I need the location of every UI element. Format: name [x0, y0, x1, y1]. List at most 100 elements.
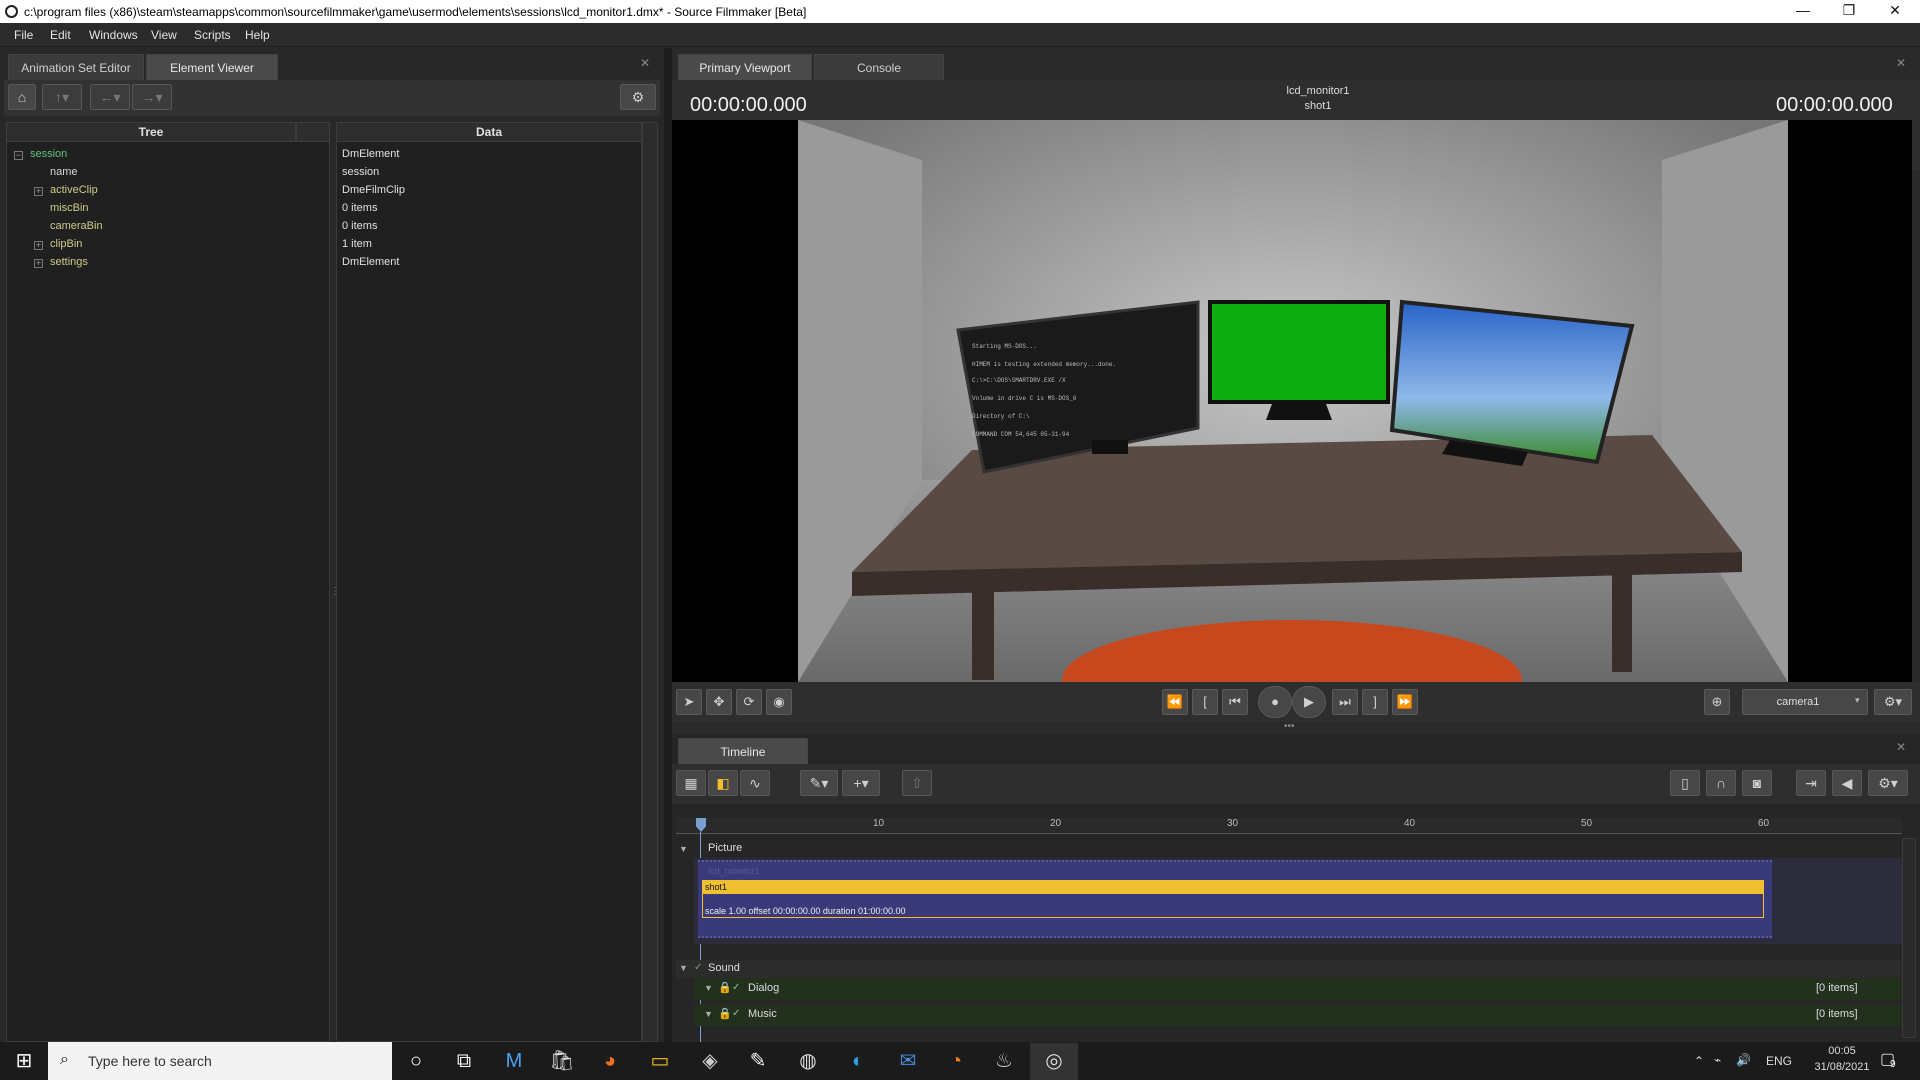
motion-editor-icon[interactable]: ◧: [708, 770, 738, 796]
tree-node-session[interactable]: session: [30, 148, 67, 160]
rotate-tool-icon[interactable]: ⟳: [736, 689, 762, 715]
close-button[interactable]: ✕: [1872, 0, 1918, 23]
graph-editor-icon[interactable]: ∿: [740, 770, 770, 796]
home-icon[interactable]: ⌂: [8, 84, 36, 110]
chevron-up-icon[interactable]: ⌃: [1694, 1054, 1704, 1068]
mute-audio-icon[interactable]: ◀: [1832, 770, 1862, 796]
menu-windows[interactable]: Windows: [89, 28, 138, 42]
time-ruler[interactable]: [676, 818, 1902, 834]
windows-start-icon[interactable]: ⊞: [0, 1043, 48, 1080]
collapse-icon[interactable]: ▼: [704, 983, 713, 993]
menu-help[interactable]: Help: [245, 28, 270, 42]
close-icon[interactable]: ✕: [640, 56, 650, 70]
render-view[interactable]: Starting MS-DOS... HIMEM is testing exte…: [672, 120, 1912, 682]
taskbar-search-box[interactable]: ⌕ Type here to search: [48, 1042, 392, 1080]
check-icon[interactable]: ✓: [732, 1008, 740, 1019]
unity-icon[interactable]: ◈: [686, 1043, 734, 1080]
check-icon[interactable]: ✓: [732, 982, 740, 993]
mail-app-icon[interactable]: M: [490, 1043, 538, 1080]
tree-node-miscbin[interactable]: miscBin: [50, 202, 89, 214]
tree-node-clipbin[interactable]: clipBin: [50, 238, 82, 250]
timeline-settings-gear-icon[interactable]: ⚙▾: [1868, 770, 1908, 796]
menu-edit[interactable]: Edit: [50, 28, 71, 42]
up-arrow-icon[interactable]: ↑▾: [42, 84, 82, 110]
pivot-tool-icon[interactable]: ◉: [766, 689, 792, 715]
network-icon[interactable]: ⌁: [1714, 1053, 1721, 1067]
rewind-icon[interactable]: ⏪: [1162, 689, 1188, 715]
expand-icon[interactable]: +: [34, 187, 43, 196]
source-filmmaker-icon[interactable]: ◎: [1030, 1043, 1078, 1080]
restore-button[interactable]: ❐: [1826, 0, 1872, 23]
record-icon[interactable]: ●: [1258, 686, 1292, 718]
film-clip[interactable]: lcd_monitor1 shot1 scale 1.00 offset 00:…: [698, 860, 1772, 938]
collapse-icon[interactable]: −: [14, 151, 23, 160]
mail-icon[interactable]: ✉: [884, 1043, 932, 1080]
play-icon[interactable]: ▶: [1292, 686, 1326, 718]
expand-icon[interactable]: +: [34, 259, 43, 268]
timeline-scrollbar[interactable]: [1902, 838, 1916, 1038]
panel-splitter[interactable]: [664, 48, 672, 1042]
menu-file[interactable]: File: [14, 28, 33, 42]
file-explorer-icon[interactable]: ▭: [636, 1043, 684, 1080]
close-icon[interactable]: ✕: [1896, 740, 1906, 754]
menu-view[interactable]: View: [151, 28, 177, 42]
fast-forward-icon[interactable]: ⏩: [1392, 689, 1418, 715]
mark-in-icon[interactable]: [: [1192, 689, 1218, 715]
tab-console[interactable]: Console: [814, 54, 944, 80]
data-column-header[interactable]: Data: [336, 122, 642, 142]
language-indicator[interactable]: ENG: [1766, 1054, 1792, 1068]
tree-node-name[interactable]: name: [50, 166, 78, 178]
edge-icon[interactable]: ◐: [834, 1043, 882, 1080]
tab-primary-viewport[interactable]: Primary Viewport: [678, 54, 812, 80]
tree-column-header[interactable]: Tree: [6, 122, 296, 142]
steam-icon[interactable]: ♨: [980, 1043, 1028, 1080]
clip-editor-icon[interactable]: ▦: [676, 770, 706, 796]
skip-forward-icon[interactable]: ⏭: [1332, 689, 1358, 715]
task-view-icon[interactable]: ⧉: [440, 1043, 488, 1080]
camera-target-icon[interactable]: ⊕: [1704, 689, 1730, 715]
viewport-settings-gear-icon[interactable]: ⚙▾: [1874, 689, 1912, 715]
track-row-dialog[interactable]: [694, 978, 1902, 1000]
splitter-handle[interactable]: ⋮: [330, 586, 340, 602]
close-icon[interactable]: ✕: [1896, 56, 1906, 70]
clock-time[interactable]: 00:05: [1812, 1045, 1872, 1057]
add-track-icon[interactable]: +▾: [842, 770, 880, 796]
blender-icon[interactable]: ◔: [932, 1043, 980, 1080]
notepad-icon[interactable]: ✎: [734, 1043, 782, 1080]
tab-timeline[interactable]: Timeline: [678, 738, 808, 764]
collapse-icon[interactable]: ▼: [679, 844, 688, 854]
lock-view-icon[interactable]: ▯: [1670, 770, 1700, 796]
shot-clip[interactable]: shot1 scale 1.00 offset 00:00:00.00 dura…: [702, 880, 1764, 918]
check-icon[interactable]: ✓: [694, 962, 702, 973]
tree-node-settings[interactable]: settings: [50, 256, 88, 268]
lock-icon[interactable]: 🔒: [718, 981, 732, 994]
add-keyframe-icon[interactable]: ✎▾: [800, 770, 838, 796]
data-scrollbar[interactable]: [642, 122, 658, 1042]
collapse-icon[interactable]: ▼: [704, 1009, 713, 1019]
settings-gear-icon[interactable]: ⚙: [620, 84, 656, 110]
snap-frame-icon[interactable]: ◙: [1742, 770, 1772, 796]
collapse-icon[interactable]: ▼: [679, 963, 688, 973]
firefox-icon[interactable]: ◕: [586, 1043, 634, 1080]
jump-end-icon[interactable]: ⇥: [1796, 770, 1826, 796]
tree-node-camerabin[interactable]: cameraBin: [50, 220, 103, 232]
snap-icon[interactable]: ∩: [1706, 770, 1736, 796]
camera-select[interactable]: camera1 ▾: [1742, 689, 1868, 715]
menu-scripts[interactable]: Scripts: [194, 28, 231, 42]
cortana-icon[interactable]: ○: [392, 1043, 440, 1080]
expand-icon[interactable]: +: [34, 241, 43, 250]
go-up-icon[interactable]: ⇧: [902, 770, 932, 796]
tab-element-viewer[interactable]: Element Viewer: [146, 54, 278, 80]
clock-date[interactable]: 31/08/2021: [1806, 1061, 1878, 1073]
back-arrow-icon[interactable]: ←▾: [90, 84, 130, 110]
volume-icon[interactable]: 🔊: [1736, 1053, 1751, 1067]
forward-arrow-icon[interactable]: →▾: [132, 84, 172, 110]
skip-back-icon[interactable]: ⏮: [1222, 689, 1248, 715]
move-tool-icon[interactable]: ✥: [706, 689, 732, 715]
minimize-button[interactable]: —: [1780, 0, 1826, 23]
lock-icon[interactable]: 🔒: [718, 1007, 732, 1020]
store-icon[interactable]: 🛍: [538, 1043, 586, 1080]
select-tool-icon[interactable]: ➤: [676, 689, 702, 715]
tree-node-activeclip[interactable]: activeClip: [50, 184, 98, 196]
tab-animation-set-editor[interactable]: Animation Set Editor: [8, 54, 144, 80]
